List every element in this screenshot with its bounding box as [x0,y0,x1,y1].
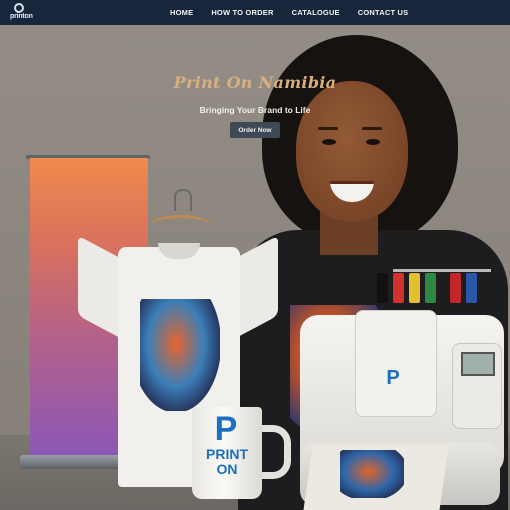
left-brow [318,127,338,130]
brand-logo[interactable]: printon [10,3,36,22]
thread-spool-blue [466,273,477,303]
tshirt-print [140,299,220,411]
cloth-print [340,450,404,498]
mug-brand-text: PRINT ON [192,447,262,477]
hero-title: Print On Namibia [173,73,337,92]
nav-home[interactable]: HOME [170,8,193,17]
machine-screen [461,352,495,376]
thread-spool-red [393,273,404,303]
machine-head: P [355,310,437,417]
thread-spool-green [425,273,436,303]
mug-p-icon: P [214,410,238,448]
hanger-hook-icon [174,189,192,211]
logo-text: printon [10,13,33,20]
mug-handle [258,425,291,479]
mug-brand-line2: ON [216,461,238,477]
smile [330,181,374,202]
thread-spool-red-2 [450,273,461,303]
hanger [150,215,212,238]
right-brow [362,127,382,130]
nav-contact-us[interactable]: CONTACT US [358,8,409,17]
thread-spool-black [377,273,388,303]
main-nav: HOME HOW TO ORDER CATALOGUE CONTACT US [170,0,408,25]
right-eye [366,139,380,145]
person-face [296,81,408,221]
nav-how-to-order[interactable]: HOW TO ORDER [211,8,273,17]
mug-brand-line1: PRINT [206,446,248,462]
machine-p-icon: P [386,367,400,389]
mug-product: P PRINT ON [192,407,262,499]
navbar: printon HOME HOW TO ORDER CATALOGUE CONT… [0,0,510,25]
order-now-button[interactable]: Order Now [230,122,280,138]
left-eye [322,139,336,145]
nav-catalogue[interactable]: CATALOGUE [292,8,340,17]
thread-rack [393,269,491,272]
thread-spool-yellow [409,273,420,303]
hero-section: P P PRINT ON Print On Namibia Bringing Y… [0,25,510,510]
hero-subtitle: Bringing Your Brand to Life [199,105,311,115]
logo-p-icon [14,3,24,13]
machine-control-panel [452,343,502,429]
